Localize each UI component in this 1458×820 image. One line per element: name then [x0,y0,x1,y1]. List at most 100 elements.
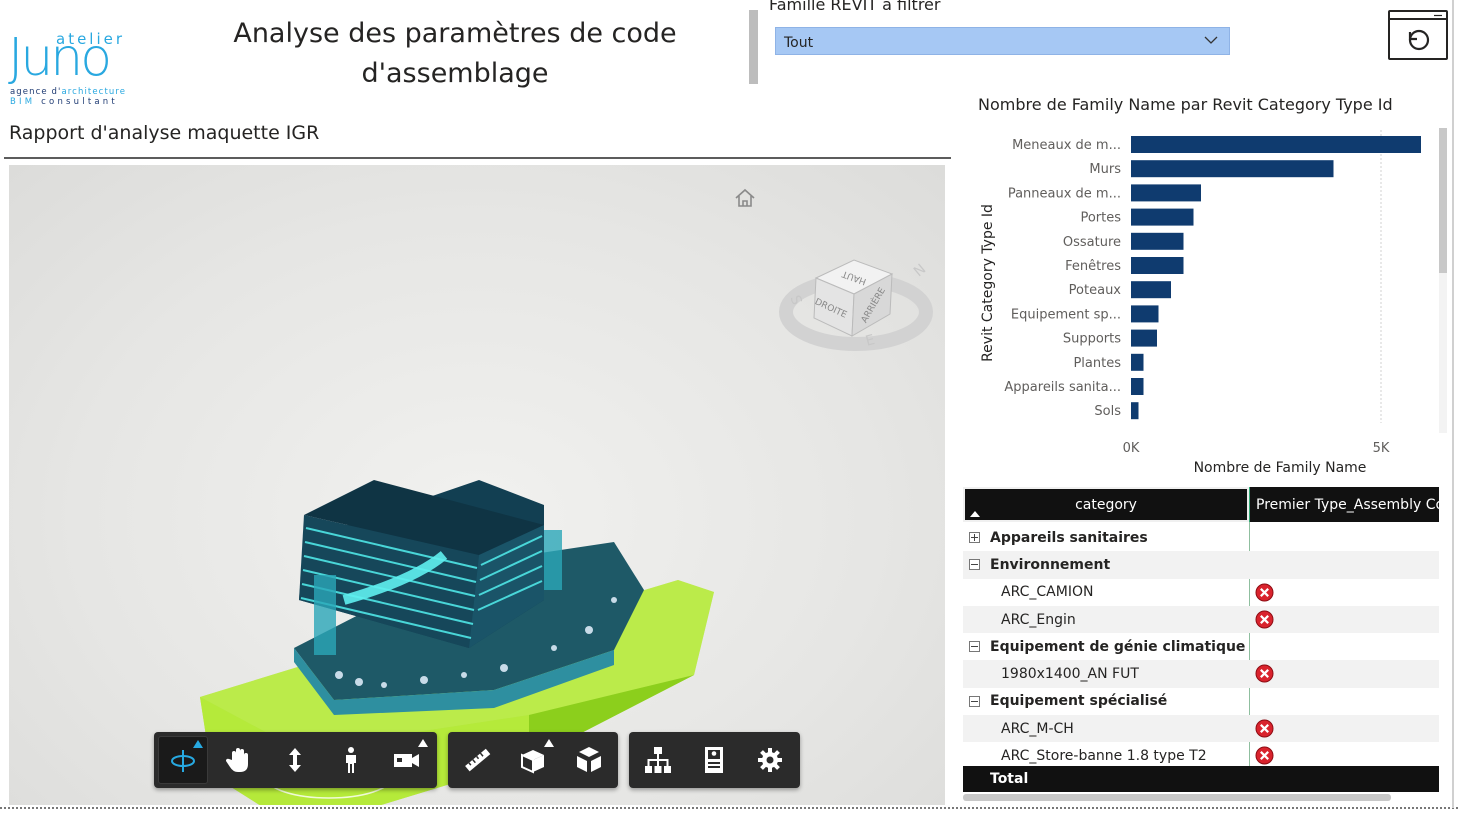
bar-9[interactable] [1131,353,1144,371]
viewer-toolbar-tools [448,732,618,788]
section-tool-button[interactable] [508,736,558,784]
properties-button[interactable] [689,736,739,784]
page-bottom-border [0,807,1458,809]
pan-icon [226,748,248,772]
error-icon [1255,719,1274,738]
tool-submenu-indicator [544,739,554,747]
properties-icon [705,747,723,773]
leaf-label: ARC_CAMION [1001,584,1094,601]
first-person-icon [346,747,356,773]
category-label: Ossature [1063,235,1121,250]
group-label: Equipement de génie climatique [990,638,1246,655]
bar-2[interactable] [1131,184,1201,202]
leaf-label: ARC_M-CH [1001,720,1074,737]
matrix-group-row[interactable]: Appareils sanitaires [963,524,1439,551]
category-label: Panneaux de m... [1008,186,1121,201]
reset-button[interactable] [1388,10,1448,60]
category-label: Sols [1094,404,1121,419]
settings-button[interactable] [745,736,795,784]
bar-6[interactable] [1131,281,1171,299]
category-label: Meneaux de m... [1012,138,1121,153]
error-icon [1255,664,1274,683]
model-browser-icon [645,747,671,773]
chart-scrollbar-thumb[interactable] [1439,128,1447,273]
matrix-leaf-row[interactable]: 1980x1400_AN FUT [963,660,1439,688]
category-label: Portes [1080,211,1121,226]
zoom-tool-button[interactable] [270,736,320,784]
matrix-horizontal-scrollbar[interactable] [963,794,1391,801]
page-right-border [1452,0,1454,808]
matrix-group-row[interactable]: Equipement de génie climatique [963,633,1439,660]
home-icon[interactable] [733,187,757,209]
bar-3[interactable] [1131,208,1194,226]
group-label: Environnement [990,556,1111,573]
camera-tool-button[interactable] [382,736,432,784]
family-slicer-dropdown[interactable]: Tout [775,27,1230,55]
zoom-icon [289,748,301,772]
category-column-header[interactable]: category [963,487,1249,522]
bar-1[interactable] [1131,160,1334,178]
error-icon [1255,583,1274,602]
slicer-value: Tout [784,35,814,51]
collapse-icon[interactable] [969,641,980,653]
assembly-code-column-header[interactable]: Premier Type_Assembly Code [1249,487,1439,522]
matrix-header: category Premier Type_Assembly Code [963,487,1439,522]
viewer-toolbar-panels [629,732,800,788]
pan-tool-button[interactable] [214,736,264,784]
category-label: Fenêtres [1065,259,1121,274]
chevron-down-icon [1204,36,1218,44]
slicer-label: Famille REVIT à filtrer [769,0,941,14]
group-label: Appareils sanitaires [990,529,1148,546]
orbit-tool-button[interactable] [158,736,208,784]
explode-icon [577,747,601,772]
x-tick-label: 0K [1123,441,1140,456]
logo-tagline-bim: BIM consultant [10,97,118,107]
group-label: Equipement spécialisé [990,693,1168,710]
logo-juno-text: Juno [8,28,112,88]
matrix-total-row: Total [963,766,1439,792]
measure-tool-button[interactable] [452,736,502,784]
orbit-icon [171,750,195,772]
bar-7[interactable] [1131,305,1159,323]
leaf-label: ARC_Engin [1001,611,1076,628]
chart-ylabel: Revit Category Type Id [980,204,996,362]
tool-submenu-indicator [193,740,203,748]
bar-5[interactable] [1131,257,1184,274]
report-subtitle: Rapport d'analyse maquette IGR [9,122,320,144]
logo-tagline: agence d'architecture [10,87,127,97]
family-count-bar-chart: Revit Category Type Id Nombre de Family … [980,130,1421,476]
reset-icon [1390,14,1446,51]
juno-logo: atelier Juno agence d'architecture BIM c… [8,30,153,108]
first-person-tool-button[interactable] [326,736,376,784]
explode-tool-button[interactable] [564,736,614,784]
chart-title: Nombre de Family Name par Revit Category… [978,95,1393,114]
matrix-group-row[interactable]: Equipement spécialisé [963,688,1439,715]
measure-icon [465,748,491,772]
category-label: Poteaux [1069,283,1122,298]
viewer-toolbar-navigation [154,732,437,788]
matrix-body: Appareils sanitaires Environnement ARC_CAM… [963,524,1439,770]
bar-4[interactable] [1131,232,1184,250]
viewcube[interactable]: HAUT DROITE ARRIÈRE S N E [774,210,939,355]
header-divider [4,157,951,159]
collapse-icon[interactable] [969,559,980,571]
error-icon [1255,610,1274,629]
leaf-label: 1980x1400_AN FUT [1001,666,1139,683]
chart-xlabel: Nombre de Family Name [1194,460,1367,476]
bar-10[interactable] [1131,378,1144,395]
bar-11[interactable] [1131,402,1139,420]
matrix-leaf-row[interactable]: ARC_Engin [963,605,1439,634]
model-browser-button[interactable] [633,736,683,784]
gear-icon [758,748,782,772]
collapse-icon[interactable] [969,695,980,707]
category-label: Equipement sp... [1011,307,1121,322]
bar-0[interactable] [1131,136,1421,153]
matrix-leaf-row[interactable]: ARC_CAMION [963,579,1439,606]
3d-model-viewer[interactable]: HAUT DROITE ARRIÈRE S N E [9,165,945,805]
bar-8[interactable] [1131,329,1157,347]
leaf-label: ARC_Store-banne 1.8 type T2 [1001,748,1207,765]
expand-icon[interactable] [969,532,980,544]
error-icon [1255,746,1274,765]
matrix-group-row[interactable]: Environnement [963,551,1439,579]
matrix-leaf-row[interactable]: ARC_M-CH [963,715,1439,743]
